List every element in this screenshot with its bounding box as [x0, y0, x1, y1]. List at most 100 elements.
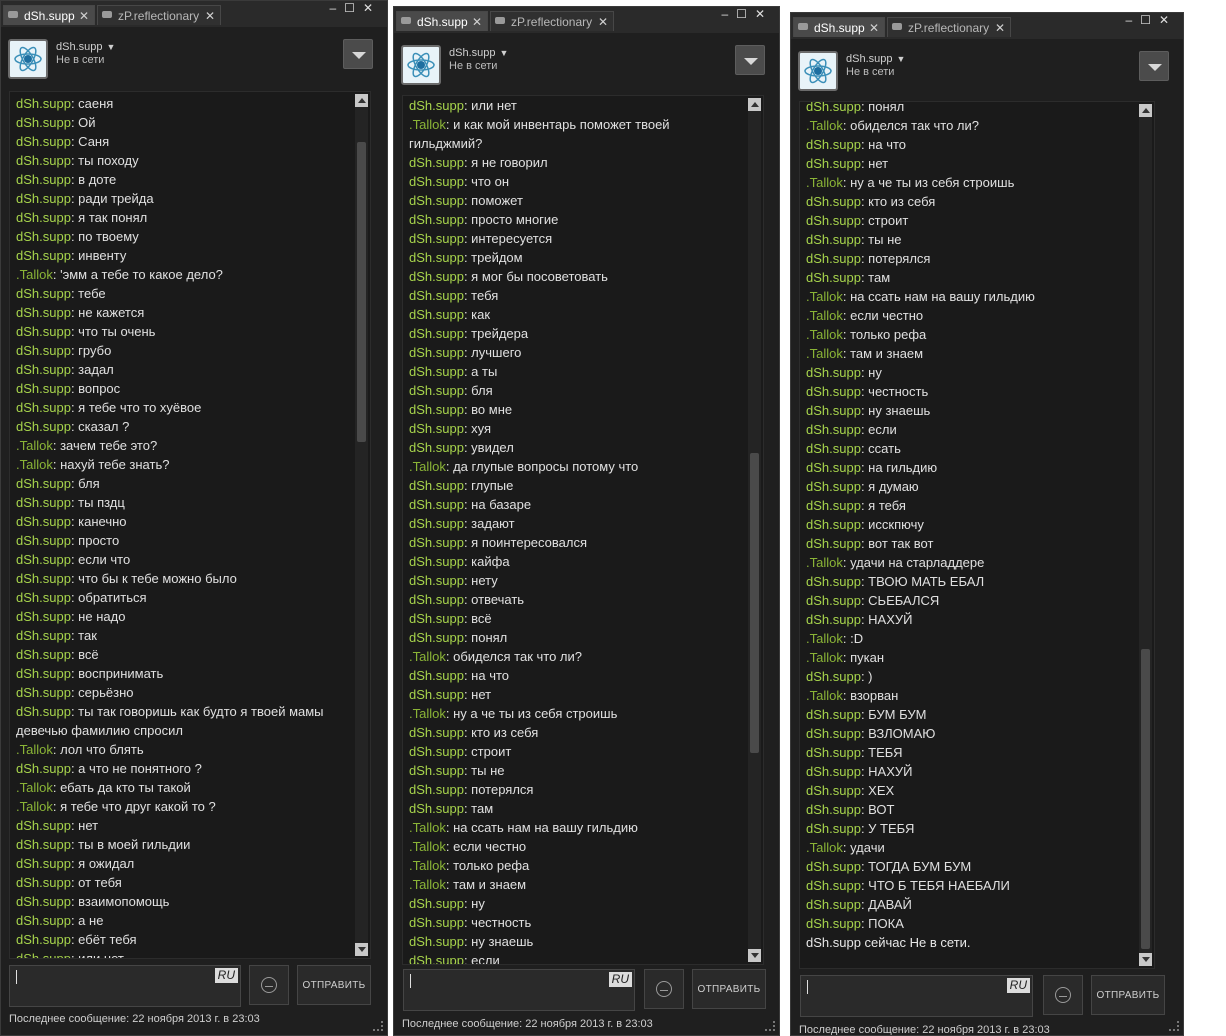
- message-sender[interactable]: dSh.supp: [409, 402, 464, 417]
- message-sender[interactable]: dSh.supp: [806, 498, 861, 513]
- chevron-down-icon[interactable]: ▼: [499, 48, 508, 58]
- minimize-icon[interactable]: –: [1125, 13, 1140, 27]
- close-window-icon[interactable]: ✕: [755, 7, 773, 21]
- message-sender[interactable]: dSh.supp: [16, 96, 71, 111]
- resize-grip-icon[interactable]: [373, 1021, 383, 1031]
- message-input[interactable]: RU: [9, 965, 241, 1007]
- message-sender[interactable]: dSh.supp: [16, 818, 71, 833]
- scrollbar[interactable]: [355, 94, 368, 956]
- resize-grip-icon[interactable]: [1169, 1021, 1179, 1031]
- chevron-down-icon[interactable]: ▼: [106, 42, 115, 52]
- message-sender[interactable]: dSh.supp: [806, 574, 861, 589]
- message-sender[interactable]: dSh.supp: [16, 134, 71, 149]
- chevron-down-icon[interactable]: ▼: [896, 54, 905, 64]
- message-sender[interactable]: .Tallok: [16, 267, 53, 282]
- message-sender[interactable]: dSh.supp: [806, 441, 861, 456]
- message-sender[interactable]: dSh.supp: [806, 536, 861, 551]
- message-sender[interactable]: dSh.supp: [16, 324, 71, 339]
- message-sender[interactable]: dSh.supp: [409, 782, 464, 797]
- avatar[interactable]: [401, 45, 441, 85]
- message-sender[interactable]: dSh.supp: [409, 478, 464, 493]
- close-window-icon[interactable]: ✕: [1159, 13, 1177, 27]
- message-sender[interactable]: dSh.supp: [16, 115, 71, 130]
- message-sender[interactable]: dSh.supp: [409, 554, 464, 569]
- close-tab-icon[interactable]: ✕: [869, 18, 879, 38]
- message-sender[interactable]: dSh.supp: [16, 400, 71, 415]
- message-sender[interactable]: dSh.supp: [16, 761, 71, 776]
- resize-grip-icon[interactable]: [765, 1021, 775, 1031]
- message-sender[interactable]: dSh.supp: [16, 609, 71, 624]
- maximize-icon[interactable]: ☐: [344, 1, 363, 15]
- message-sender[interactable]: dSh.supp: [806, 156, 861, 171]
- options-menu-button[interactable]: [343, 39, 373, 69]
- close-window-icon[interactable]: ✕: [363, 1, 381, 15]
- message-sender[interactable]: dSh.supp: [409, 345, 464, 360]
- message-sender[interactable]: dSh.supp: [409, 687, 464, 702]
- send-button[interactable]: ОТПРАВИТЬ: [297, 965, 371, 1005]
- message-sender[interactable]: .Tallok: [409, 820, 446, 835]
- send-button[interactable]: ОТПРАВИТЬ: [692, 969, 766, 1009]
- message-sender[interactable]: dSh.supp: [16, 666, 71, 681]
- maximize-icon[interactable]: ☐: [1140, 13, 1159, 27]
- message-sender[interactable]: .Tallok: [409, 839, 446, 854]
- message-sender[interactable]: dSh.supp: [409, 744, 464, 759]
- message-sender[interactable]: dSh.supp: [16, 856, 71, 871]
- close-tab-icon[interactable]: ✕: [472, 12, 482, 32]
- message-sender[interactable]: dSh.supp: [409, 934, 464, 949]
- message-sender[interactable]: dSh.supp: [806, 593, 861, 608]
- scrollbar[interactable]: [1139, 104, 1152, 966]
- message-sender[interactable]: dSh.supp: [806, 251, 861, 266]
- friend-name[interactable]: dSh.supp ▼: [56, 41, 115, 53]
- message-sender[interactable]: dSh.supp: [806, 612, 861, 627]
- message-sender[interactable]: dSh.supp: [409, 440, 464, 455]
- message-sender[interactable]: dSh.supp: [806, 422, 861, 437]
- message-sender[interactable]: dSh.supp: [16, 153, 71, 168]
- message-sender[interactable]: .Tallok: [409, 706, 446, 721]
- message-sender[interactable]: dSh.supp: [806, 764, 861, 779]
- scroll-thumb[interactable]: [357, 142, 366, 442]
- message-sender[interactable]: dSh.supp: [409, 307, 464, 322]
- message-sender[interactable]: .Tallok: [409, 877, 446, 892]
- scroll-up-button[interactable]: [1139, 104, 1152, 117]
- message-sender[interactable]: dSh.supp: [806, 821, 861, 836]
- message-sender[interactable]: .Tallok: [16, 742, 53, 757]
- message-sender[interactable]: dSh.supp: [409, 535, 464, 550]
- close-tab-icon[interactable]: ✕: [205, 6, 215, 26]
- message-sender[interactable]: .Tallok: [806, 346, 843, 361]
- message-sender[interactable]: dSh.supp: [409, 193, 464, 208]
- emoticon-button[interactable]: [249, 965, 289, 1005]
- message-sender[interactable]: dSh.supp: [806, 897, 861, 912]
- message-sender[interactable]: dSh.supp: [409, 497, 464, 512]
- message-sender[interactable]: dSh.supp: [16, 191, 71, 206]
- message-sender[interactable]: dSh.supp: [409, 269, 464, 284]
- message-sender[interactable]: .Tallok: [806, 555, 843, 570]
- emoticon-button[interactable]: [1043, 975, 1083, 1015]
- message-sender[interactable]: dSh.supp: [806, 102, 861, 114]
- message-sender[interactable]: .Tallok: [806, 289, 843, 304]
- tab-dsh-supp[interactable]: dSh.supp ✕: [396, 11, 488, 31]
- message-sender[interactable]: dSh.supp: [806, 859, 861, 874]
- minimize-icon[interactable]: –: [721, 7, 736, 21]
- message-sender[interactable]: dSh.supp: [806, 213, 861, 228]
- message-sender[interactable]: dSh.supp: [16, 685, 71, 700]
- scroll-thumb[interactable]: [1141, 649, 1150, 949]
- message-sender[interactable]: dSh.supp: [409, 953, 464, 964]
- tab-zp-reflectionary[interactable]: zP.reflectionary ✕: [490, 11, 614, 31]
- message-sender[interactable]: dSh.supp: [409, 288, 464, 303]
- avatar[interactable]: [8, 39, 48, 79]
- message-sender[interactable]: dSh.supp: [16, 172, 71, 187]
- message-sender[interactable]: dSh.supp: [16, 552, 71, 567]
- message-sender[interactable]: dSh.supp: [806, 745, 861, 760]
- message-sender[interactable]: .Tallok: [16, 780, 53, 795]
- message-sender[interactable]: dSh.supp: [409, 763, 464, 778]
- minimize-icon[interactable]: –: [329, 1, 344, 15]
- message-sender[interactable]: dSh.supp: [16, 514, 71, 529]
- message-sender[interactable]: dSh.supp: [409, 516, 464, 531]
- message-sender[interactable]: dSh.supp: [16, 343, 71, 358]
- message-sender[interactable]: dSh.supp: [806, 707, 861, 722]
- message-sender[interactable]: dSh.supp: [16, 362, 71, 377]
- message-sender[interactable]: dSh.supp: [16, 419, 71, 434]
- message-sender[interactable]: .Tallok: [806, 688, 843, 703]
- scroll-up-button[interactable]: [355, 94, 368, 107]
- message-sender[interactable]: dSh.supp: [409, 573, 464, 588]
